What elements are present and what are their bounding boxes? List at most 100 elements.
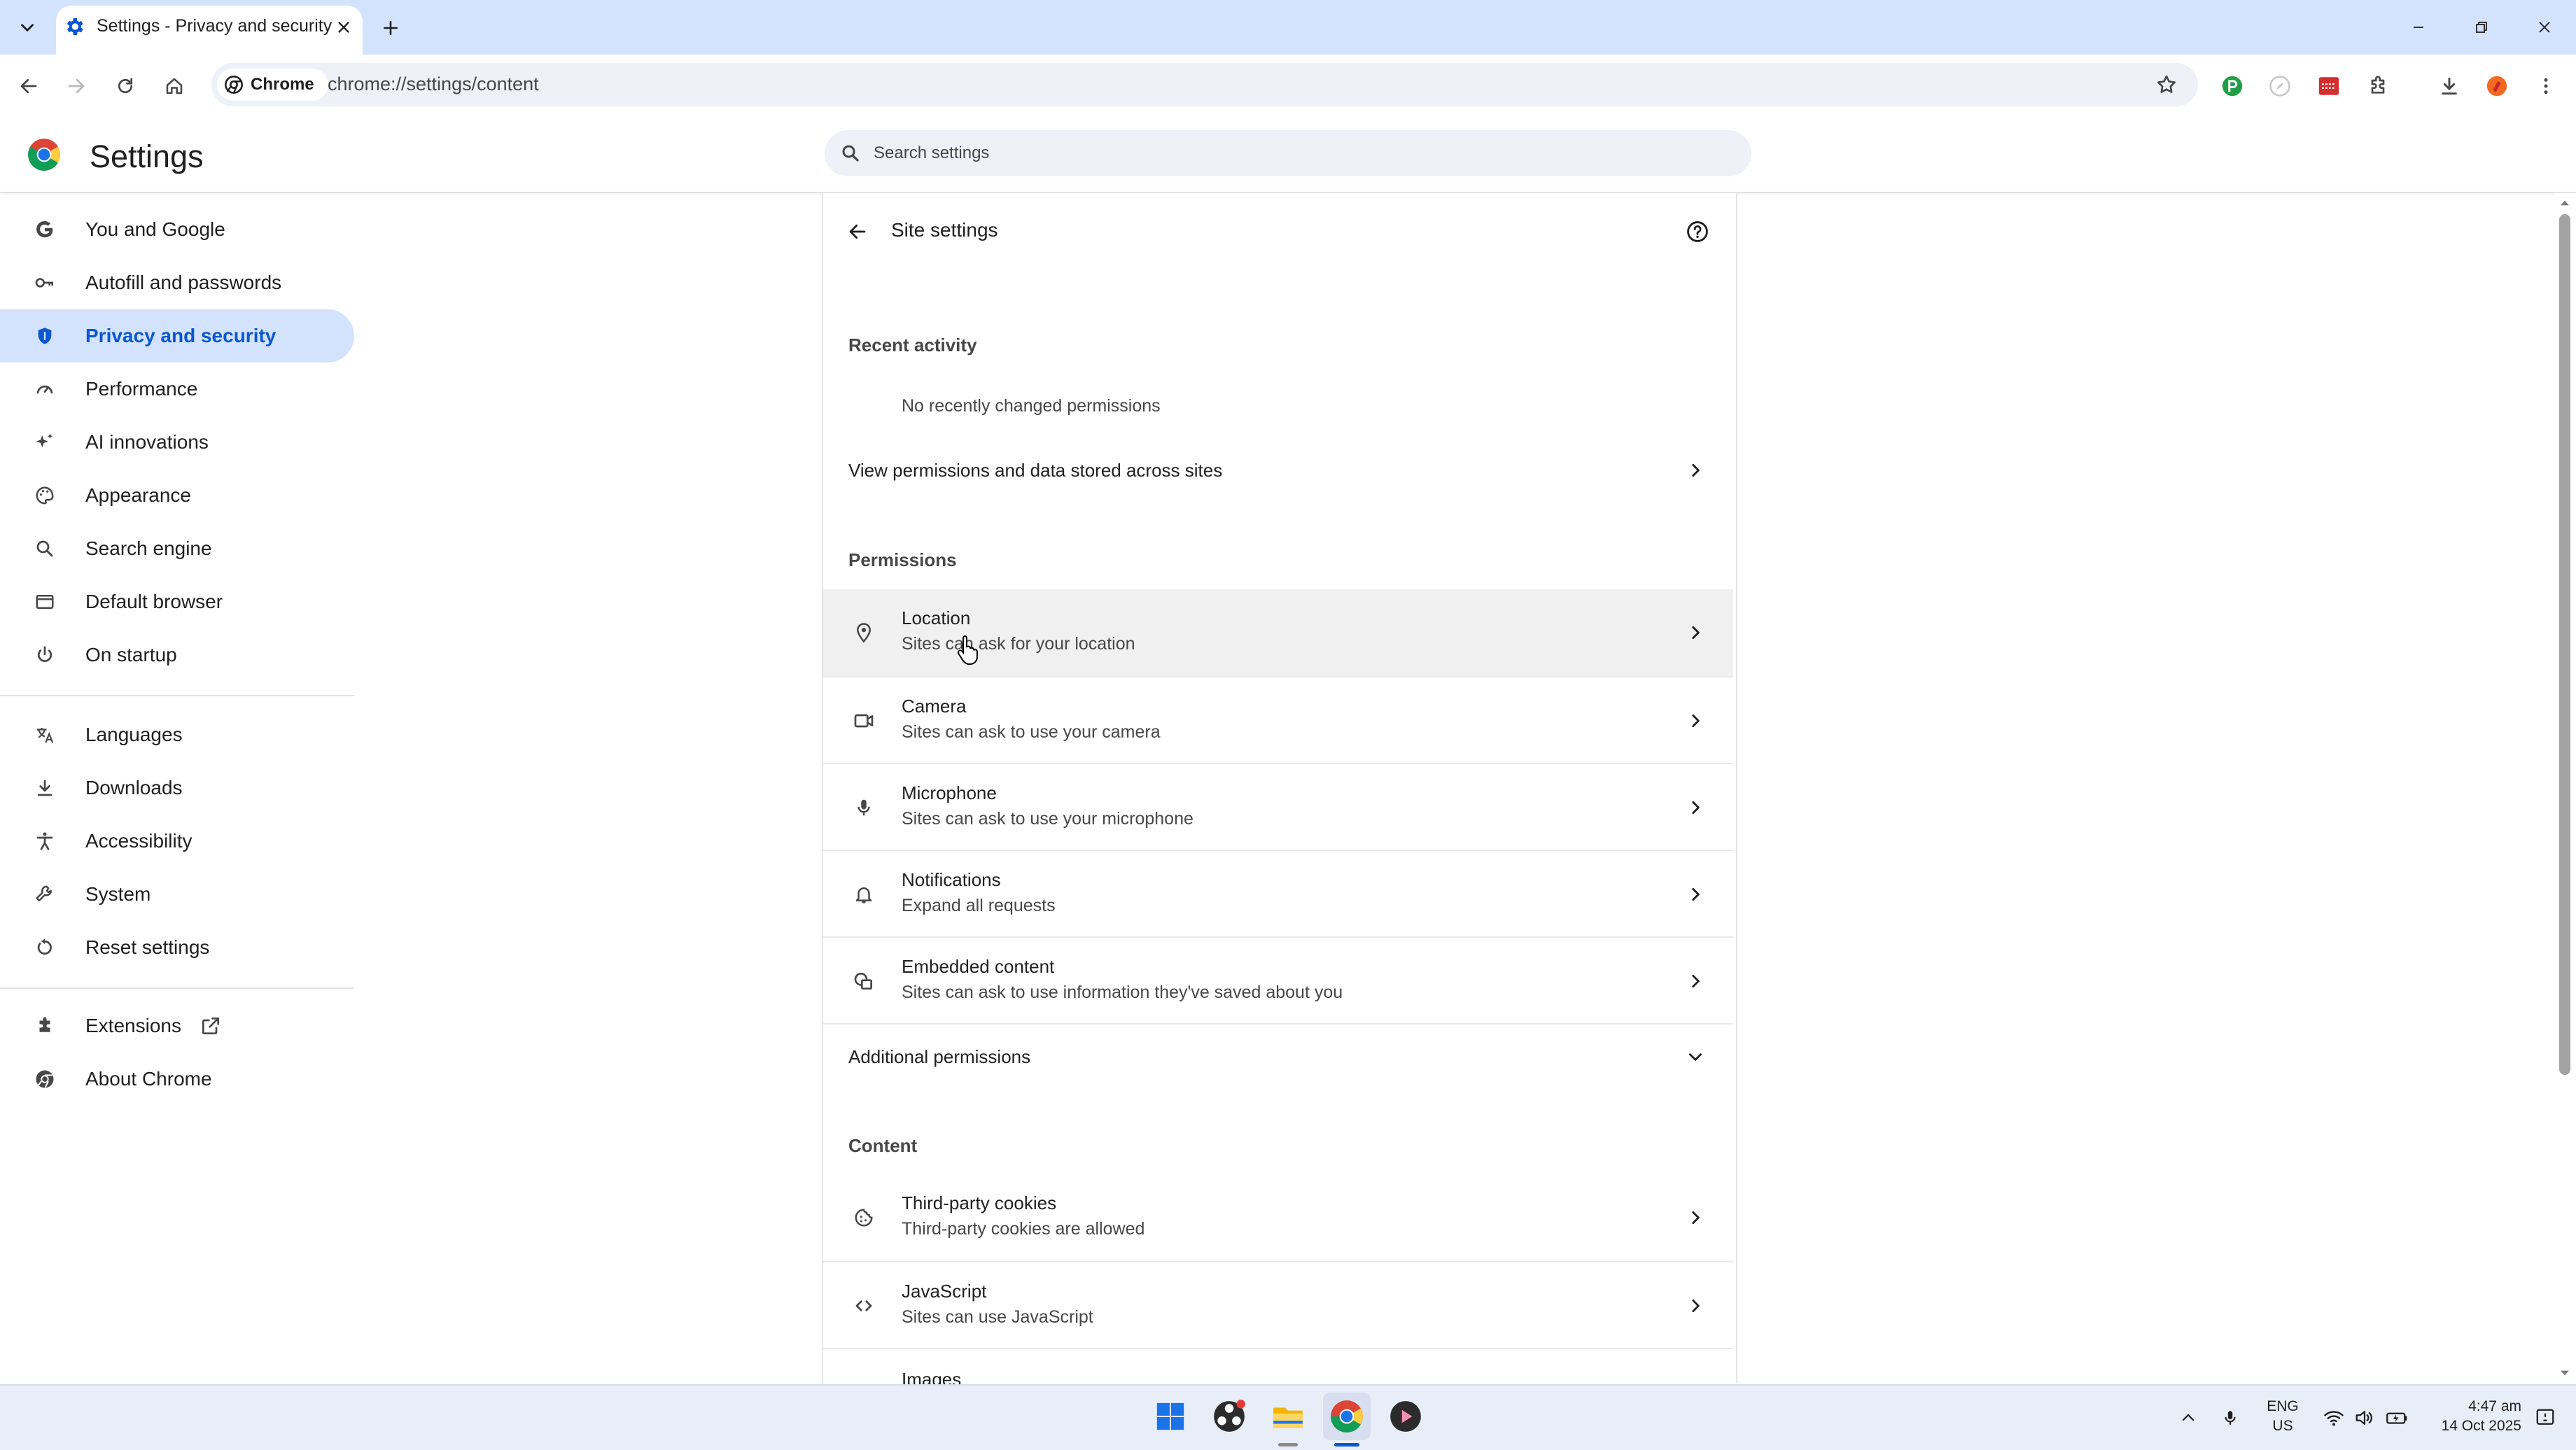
extensions-button[interactable]: [2360, 69, 2395, 104]
sidebar-item-ai-innovations[interactable]: AI innovations: [0, 416, 354, 469]
content-row-images[interactable]: Images: [823, 1348, 1733, 1386]
permission-row-notifications[interactable]: Notifications Expand all requests: [823, 850, 1733, 938]
content-heading: Content: [848, 1135, 918, 1156]
sidebar-item-appearance[interactable]: Appearance: [0, 469, 354, 522]
content-row-third-party-cookies[interactable]: Third-party cookies Third-party cookies …: [823, 1174, 1733, 1261]
reload-button[interactable]: [108, 69, 143, 104]
minimize-button[interactable]: [2394, 8, 2443, 46]
home-button[interactable]: [157, 69, 192, 104]
gear-icon: [63, 15, 85, 38]
extension-red-icon[interactable]: [2311, 69, 2346, 104]
close-icon: [338, 22, 349, 33]
sidebar-item-label: You and Google: [85, 218, 225, 240]
extension-compass-icon[interactable]: [2262, 69, 2297, 104]
search-icon: [842, 145, 859, 162]
close-window-button[interactable]: [2520, 8, 2569, 46]
back-button[interactable]: [11, 69, 46, 104]
new-tab-button[interactable]: [375, 13, 406, 43]
sidebar-item-about-chrome[interactable]: About Chrome: [0, 1053, 354, 1106]
download-icon: [2442, 77, 2457, 95]
close-tab-button[interactable]: [330, 14, 357, 41]
tab-title: Settings - Privacy and security: [97, 16, 332, 36]
menu-button[interactable]: [2528, 69, 2563, 104]
language-indicator[interactable]: ENG US: [2258, 1397, 2307, 1436]
tab-search-button[interactable]: [10, 10, 45, 45]
sidebar-item-performance[interactable]: Performance: [0, 362, 354, 416]
site-info-chip[interactable]: Chrome: [217, 69, 328, 101]
row-subtitle: Sites can use JavaScript: [902, 1307, 1093, 1327]
permission-row-camera[interactable]: Camera Sites can ask to use your camera: [823, 676, 1733, 764]
help-button[interactable]: [1679, 213, 1716, 251]
camera-icon: [848, 705, 879, 736]
sidebar-item-on-startup[interactable]: On startup: [0, 628, 354, 682]
chrome-icon: [225, 76, 243, 94]
search-input[interactable]: [872, 143, 1715, 164]
sidebar-item-accessibility[interactable]: Accessibility: [0, 815, 354, 868]
sidebar-item-reset-settings[interactable]: Reset settings: [0, 921, 354, 974]
downloads-button[interactable]: [2432, 69, 2467, 104]
close-icon: [2539, 22, 2550, 33]
sidebar-item-autofill[interactable]: Autofill and passwords: [0, 256, 354, 309]
sidebar-item-label: Languages: [85, 724, 183, 745]
wifi-icon[interactable]: [2320, 1404, 2348, 1432]
chevron-right-icon: [1681, 967, 1709, 995]
battery-icon[interactable]: [2383, 1404, 2411, 1432]
chevron-right-icon: [1681, 1292, 1709, 1320]
media-player-icon[interactable]: [1382, 1393, 1429, 1440]
scroll-down-icon[interactable]: [2558, 1366, 2572, 1380]
windows-start-icon[interactable]: [1147, 1393, 1194, 1440]
region-code: US: [2272, 1418, 2293, 1434]
speedometer-icon: [31, 375, 59, 403]
cookie-icon: [848, 1202, 879, 1233]
profile-button[interactable]: [2479, 69, 2514, 104]
bookmark-button[interactable]: [2149, 67, 2184, 102]
clock[interactable]: 4:47 am 14 Oct 2025: [2423, 1397, 2521, 1436]
sidebar-item-label: About Chrome: [85, 1068, 212, 1090]
sparkle-icon: [31, 428, 59, 456]
browser-window-icon: [31, 588, 59, 616]
back-to-privacy-button[interactable]: [839, 213, 876, 251]
home-icon: [166, 78, 183, 94]
content-row-javascript[interactable]: JavaScript Sites can use JavaScript: [823, 1261, 1733, 1349]
row-subtitle: Sites can ask to use your camera: [902, 722, 1161, 742]
sidebar-item-search-engine[interactable]: Search engine: [0, 522, 354, 575]
notification-bell-icon[interactable]: [2531, 1404, 2559, 1432]
scroll-up-icon[interactable]: [2558, 196, 2572, 210]
scrollbar-thumb[interactable]: [2559, 214, 2570, 1075]
chrome-icon[interactable]: [1323, 1393, 1371, 1440]
chevron-up-icon[interactable]: [2174, 1404, 2202, 1432]
power-icon: [31, 641, 59, 669]
forward-button[interactable]: [59, 69, 94, 104]
additional-permissions-row[interactable]: Additional permissions: [823, 1023, 1733, 1089]
view-permissions-row[interactable]: View permissions and data stored across …: [823, 438, 1733, 502]
arrow-left-icon: [20, 78, 37, 94]
restore-button[interactable]: [2457, 8, 2506, 46]
file-explorer-icon[interactable]: [1264, 1393, 1312, 1440]
sidebar-item-default-browser[interactable]: Default browser: [0, 575, 354, 628]
volume-icon[interactable]: [2351, 1404, 2379, 1432]
sidebar-item-downloads[interactable]: Downloads: [0, 761, 354, 815]
obs-icon[interactable]: [1205, 1393, 1253, 1440]
sidebar-item-you-and-google[interactable]: You and Google: [0, 203, 354, 256]
sidebar-item-languages[interactable]: Languages: [0, 708, 354, 761]
sidebar-item-extensions[interactable]: Extensions: [0, 999, 354, 1053]
microphone-icon: [848, 792, 879, 823]
sidebar-item-label: Downloads: [85, 777, 183, 798]
sidebar-item-label: Reset settings: [85, 936, 210, 958]
kebab-menu-icon: [2544, 78, 2548, 94]
sidebar-item-system[interactable]: System: [0, 868, 354, 921]
url-text[interactable]: chrome://settings/content: [328, 73, 539, 95]
chip-label: Chrome: [251, 75, 314, 94]
app-active-indicator: [1334, 1443, 1359, 1447]
chevron-right-icon: [1681, 619, 1709, 647]
microphone-icon[interactable]: [2216, 1404, 2244, 1432]
chevron-right-icon: [1681, 794, 1709, 822]
permission-row-embedded-content[interactable]: Embedded content Sites can ask to use in…: [823, 936, 1733, 1025]
avatar: [2486, 76, 2507, 97]
sidebar-item-privacy[interactable]: Privacy and security: [0, 309, 354, 362]
permission-row-microphone[interactable]: Microphone Sites can ask to use your mic…: [823, 763, 1733, 851]
reload-icon: [118, 78, 133, 94]
sidebar-item-label: Default browser: [85, 591, 223, 612]
extension-green-icon[interactable]: [2215, 69, 2250, 104]
search-box[interactable]: [825, 130, 1751, 176]
